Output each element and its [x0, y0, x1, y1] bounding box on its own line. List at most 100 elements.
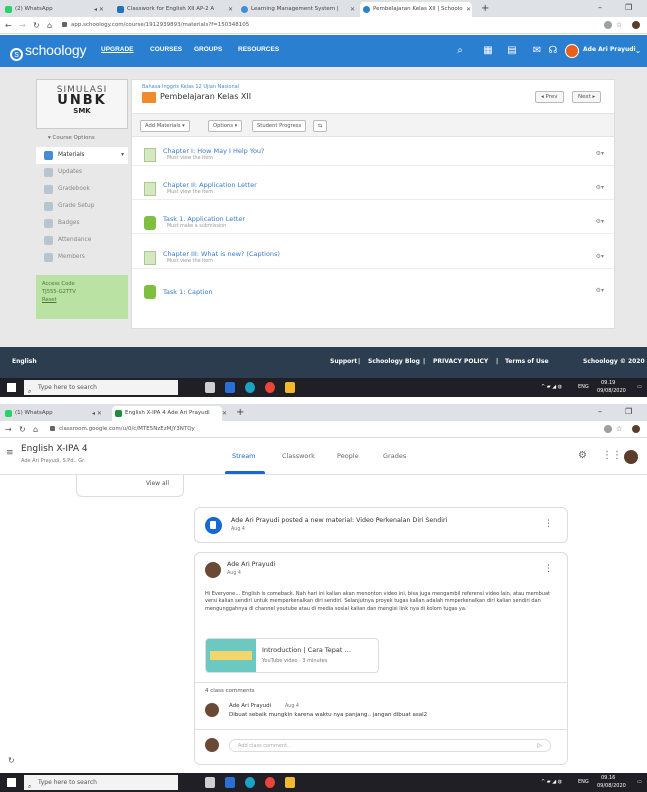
- reload-icon[interactable]: ↻: [33, 17, 40, 34]
- taskbar-search[interactable]: ⌕ Type here to search: [24, 775, 178, 790]
- material-announcement-card[interactable]: Ade Ari Prayudi posted a new material: V…: [194, 507, 568, 543]
- back-icon[interactable]: ←: [5, 17, 12, 34]
- task-view-icon[interactable]: [205, 382, 215, 393]
- extension-icon[interactable]: [604, 425, 612, 433]
- reload-icon[interactable]: ↻: [19, 421, 26, 438]
- material-title[interactable]: Chapter II: Application Letter: [163, 181, 257, 189]
- back-icon[interactable]: →: [5, 421, 12, 438]
- close-tab-icon[interactable]: ✕: [228, 2, 233, 17]
- material-row[interactable]: Chapter I: How May I Help You? Must view…: [132, 142, 614, 166]
- gear-icon[interactable]: ⚙▾: [596, 253, 604, 260]
- nav-groups[interactable]: GROUPS: [194, 46, 222, 53]
- sidebar-item-materials[interactable]: Materials ▾: [36, 147, 128, 164]
- footer-link-blog[interactable]: Schoology Blog: [368, 358, 420, 365]
- new-tab-icon[interactable]: +: [481, 1, 489, 16]
- access-code-reset-link[interactable]: Reset: [42, 296, 122, 304]
- user-avatar[interactable]: [565, 44, 579, 58]
- sidebar-item-grade-setup[interactable]: Grade Setup: [36, 198, 128, 215]
- gear-icon[interactable]: ⚙▾: [596, 218, 604, 225]
- gear-icon[interactable]: ⚙▾: [596, 184, 604, 191]
- material-row[interactable]: Chapter III: What is new? (Captions) Mus…: [132, 245, 614, 269]
- more-options-icon[interactable]: ⋮: [544, 519, 553, 529]
- chrome-icon[interactable]: [265, 777, 275, 788]
- sidebar-item-badges[interactable]: Badges: [36, 215, 128, 232]
- close-tab-icon[interactable]: ✕: [466, 2, 471, 17]
- material-title[interactable]: Task 1: Caption: [163, 288, 213, 296]
- gear-icon[interactable]: ⚙: [578, 450, 587, 461]
- tab-stream[interactable]: Stream: [232, 452, 256, 460]
- add-materials-button[interactable]: Add Materials ▾: [140, 120, 190, 132]
- task-view-icon[interactable]: [205, 777, 215, 788]
- user-avatar[interactable]: [624, 450, 638, 464]
- apps-grid-icon[interactable]: ⋮⋮: [602, 450, 622, 461]
- language-selector[interactable]: English: [12, 358, 37, 365]
- material-title[interactable]: Chapter I: How May I Help You?: [163, 147, 265, 155]
- folder-icon[interactable]: [285, 382, 295, 393]
- tray-icons[interactable]: ^ ▰ ◢ ◍: [541, 384, 562, 390]
- bookmark-star-icon[interactable]: ☆: [616, 421, 622, 438]
- url-field[interactable]: classroom.google.com/u/0/c/MTE5NzEzMjY3N…: [50, 424, 570, 435]
- attachment-title[interactable]: Introduction | Cara Tepat …: [262, 646, 351, 654]
- footer-link-privacy[interactable]: PRIVACY POLICY: [433, 358, 488, 365]
- student-progress-button[interactable]: Student Progress: [252, 120, 307, 132]
- course-options[interactable]: ▾ Course Options: [48, 135, 128, 141]
- apps-grid-icon[interactable]: ▦: [482, 45, 494, 57]
- tab-classroom[interactable]: Classwork for English XII AP-2 A: [114, 2, 228, 17]
- class-name[interactable]: English X-IPA 4: [21, 444, 88, 454]
- clock-date[interactable]: 09/08/2020: [597, 783, 626, 789]
- prev-button[interactable]: ◂ Prev: [535, 91, 564, 103]
- class-comment-input[interactable]: Add class comment… ▷: [229, 739, 551, 752]
- material-row[interactable]: Chapter II: Application Letter Must view…: [132, 176, 614, 200]
- url-field[interactable]: app.schoology.com/course/1912939893/mate…: [62, 20, 582, 31]
- close-tab-icon[interactable]: ✕: [350, 2, 355, 17]
- edge-icon[interactable]: [245, 382, 255, 393]
- view-all-link[interactable]: View all: [146, 480, 169, 487]
- reorder-button[interactable]: ⇆: [313, 120, 328, 132]
- chrome-icon[interactable]: [265, 382, 275, 393]
- profile-avatar[interactable]: [632, 425, 640, 433]
- tab-whatsapp[interactable]: (1) WhatsApp: [2, 406, 92, 421]
- material-row[interactable]: Task 1. Application Letter Must make a s…: [132, 210, 614, 234]
- minimize-icon[interactable]: –: [598, 404, 602, 420]
- user-name[interactable]: Ade Ari Prayudi: [583, 46, 636, 53]
- send-icon[interactable]: ▷: [537, 740, 542, 752]
- sidebar-item-updates[interactable]: Updates: [36, 164, 128, 181]
- tab-lms[interactable]: Learning Management System |: [238, 2, 348, 17]
- file-explorer-icon[interactable]: [225, 777, 235, 788]
- windows-start-icon[interactable]: [7, 383, 16, 392]
- tab-schoology[interactable]: Pembelajaran Kelas XII | Schoolo: [360, 2, 472, 17]
- maximize-icon[interactable]: ❐: [625, 404, 632, 420]
- material-title[interactable]: Chapter III: What is new? (Captions): [163, 250, 280, 258]
- close-tab-icon[interactable]: ◂ ✕: [92, 406, 102, 421]
- schoology-logo[interactable]: s schoology: [10, 42, 86, 61]
- next-button[interactable]: Next ▸: [572, 91, 602, 103]
- hamburger-menu-icon[interactable]: ≡: [6, 448, 14, 458]
- gear-icon[interactable]: ⚙▾: [596, 150, 604, 157]
- tab-whatsapp[interactable]: (2) WhatsApp: [2, 2, 94, 17]
- options-button[interactable]: Options ▾: [208, 120, 243, 132]
- nav-resources[interactable]: RESOURCES: [238, 46, 279, 53]
- edge-icon[interactable]: [245, 777, 255, 788]
- file-explorer-icon[interactable]: [225, 382, 235, 393]
- tab-classwork[interactable]: Classwork: [282, 452, 315, 460]
- minimize-icon[interactable]: –: [598, 0, 602, 16]
- search-icon[interactable]: ⌕: [454, 45, 466, 57]
- language-indicator[interactable]: ENG: [578, 779, 589, 785]
- footer-link-terms[interactable]: Terms of Use: [505, 358, 549, 365]
- bookmark-star-icon[interactable]: ☆: [616, 17, 622, 34]
- breadcrumb[interactable]: Bahasa Inggris Kelas 12 Ujian Nasional: [142, 84, 239, 90]
- taskbar-search[interactable]: ⌕ Type here to search: [24, 380, 178, 395]
- clock-time[interactable]: 09.19: [601, 380, 615, 386]
- language-indicator[interactable]: ENG: [578, 384, 589, 390]
- folder-icon[interactable]: [285, 777, 295, 788]
- new-tab-icon[interactable]: +: [236, 405, 244, 420]
- home-icon[interactable]: ⌂: [47, 17, 52, 34]
- material-row[interactable]: Task 1: Caption ⚙▾: [132, 279, 614, 303]
- footer-link-support[interactable]: Support: [330, 358, 357, 365]
- class-comments-link[interactable]: 4 class comments: [205, 688, 255, 694]
- home-icon[interactable]: ⌂: [33, 421, 38, 438]
- chevron-down-icon[interactable]: ⌄: [632, 45, 644, 57]
- close-tab-icon[interactable]: ✕: [222, 406, 227, 421]
- gear-icon[interactable]: ⚙▾: [596, 287, 604, 294]
- close-tab-icon[interactable]: ◂ ✕: [94, 2, 104, 17]
